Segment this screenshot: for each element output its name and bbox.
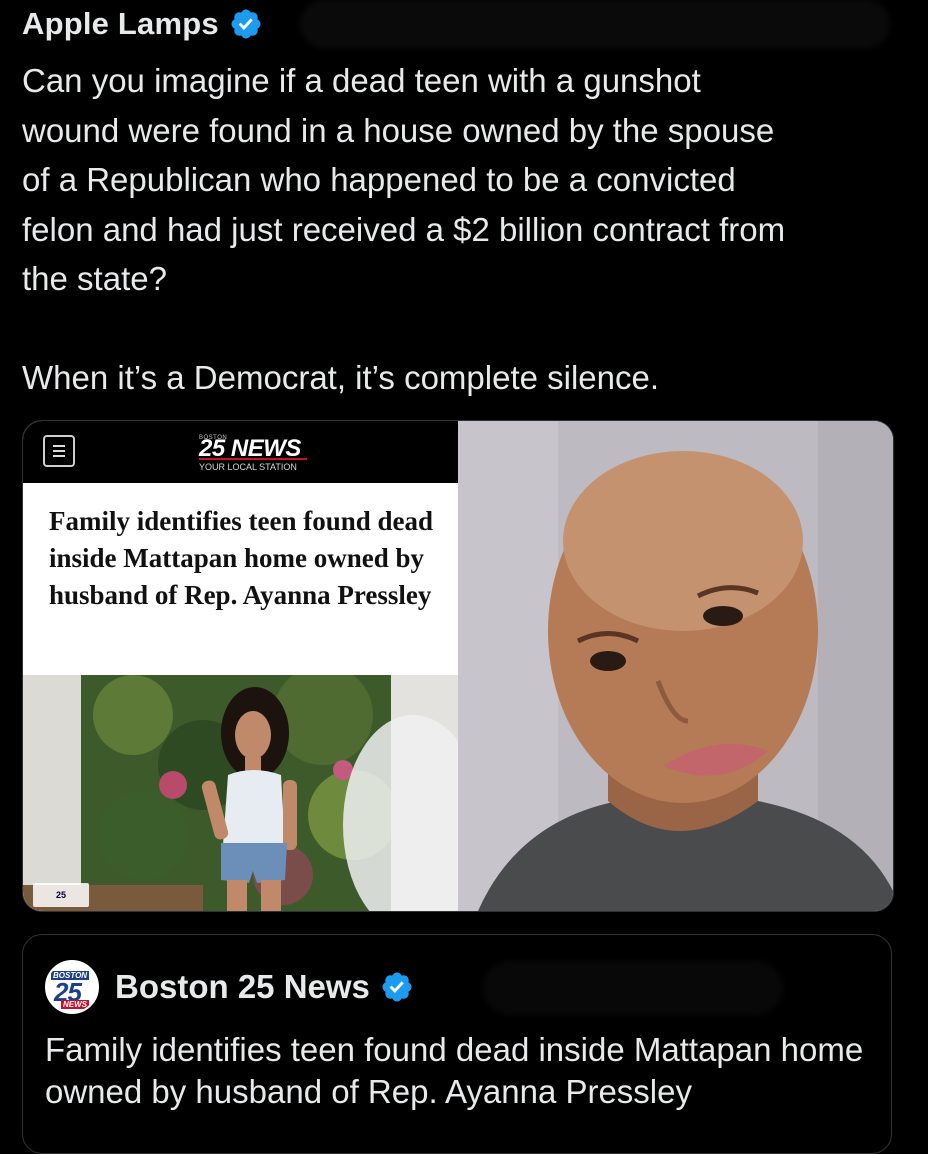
teen-photo: 25: [23, 675, 458, 911]
quoted-tweet-header: BOSTON 25 NEWS Boston 25 News: [45, 959, 414, 1015]
tweet-media[interactable]: BOSTON 25 NEWS YOUR LOCAL STATION Family…: [22, 420, 894, 912]
headline-card: Family identifies teen found dead inside…: [23, 483, 458, 675]
tweet-header: Apple Lamps: [22, 2, 263, 46]
verified-badge-icon: [231, 9, 261, 39]
rep-photo-illustration: [458, 421, 893, 911]
author-name[interactable]: Apple Lamps: [22, 6, 219, 42]
quoted-author-name[interactable]: Boston 25 News: [115, 968, 370, 1006]
news-header-bar: BOSTON 25 NEWS YOUR LOCAL STATION: [23, 421, 458, 483]
quoted-tweet-text: Family identifies teen found dead inside…: [45, 1031, 864, 1110]
tweet-text: Can you imagine if a dead teen with a gu…: [22, 62, 786, 396]
logo-underline: [199, 458, 307, 460]
rep-photo: [458, 421, 893, 911]
avatar-bottom-text: NEWS: [61, 1000, 89, 1009]
teen-photo-illustration: [23, 675, 458, 911]
logo-tagline: YOUR LOCAL STATION: [199, 462, 297, 472]
news-screenshot: BOSTON 25 NEWS YOUR LOCAL STATION Family…: [23, 421, 458, 911]
avatar[interactable]: BOSTON 25 NEWS: [45, 960, 99, 1014]
redacted-handle: [483, 961, 783, 1015]
photo-watermark-logo: 25: [33, 883, 89, 907]
article-headline: Family identifies teen found dead inside…: [49, 506, 434, 610]
verified-badge-icon: [382, 972, 412, 1002]
quoted-tweet[interactable]: BOSTON 25 NEWS Boston 25 News Family ide…: [22, 934, 892, 1154]
menu-icon: [43, 435, 75, 467]
redacted-handle: [300, 0, 890, 48]
